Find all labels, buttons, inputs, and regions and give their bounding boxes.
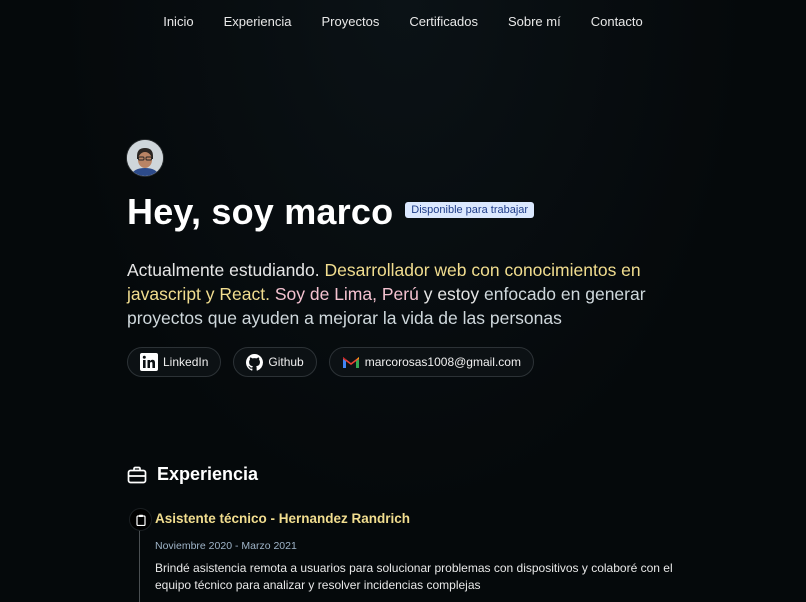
top-nav: Inicio Experiencia Proyectos Certificado… xyxy=(0,0,806,42)
hero-desc-part-4: Perú xyxy=(381,284,419,304)
gmail-icon xyxy=(342,357,359,368)
nav-inicio[interactable]: Inicio xyxy=(163,14,193,29)
experience-title: Experiencia xyxy=(157,464,259,484)
hero-title-row: Hey, soy marco Disponible para trabajar xyxy=(127,190,535,234)
timeline-marker xyxy=(129,508,152,531)
avatar-portrait xyxy=(127,140,163,176)
nav-contacto[interactable]: Contacto xyxy=(591,14,643,29)
hero-title: Hey, soy marco xyxy=(127,191,394,232)
hero-desc-part-1: Actualmente estudiando. xyxy=(127,260,320,280)
nav-sobre-mi[interactable]: Sobre mí xyxy=(508,14,561,29)
hero-desc-part-5: y estoy xyxy=(423,284,480,304)
hero-description: Actualmente estudiando. Desarrollador we… xyxy=(127,258,647,330)
timeline-line xyxy=(139,528,140,602)
availability-badge: Disponible para trabajar xyxy=(405,202,535,218)
clipboard-icon xyxy=(135,514,146,526)
page: Inicio Experiencia Proyectos Certificado… xyxy=(0,0,806,602)
job-date: Noviembre 2020 - Marzo 2021 xyxy=(155,540,297,552)
nav-certificados[interactable]: Certificados xyxy=(409,14,478,29)
avatar xyxy=(127,140,163,176)
nav-proyectos[interactable]: Proyectos xyxy=(322,14,380,29)
github-label: Github xyxy=(268,355,304,369)
nav-experiencia[interactable]: Experiencia xyxy=(224,14,292,29)
linkedin-label: LinkedIn xyxy=(163,355,209,369)
experience-header: Experiencia xyxy=(127,464,258,485)
job-description: Brindé asistencia remota a usuarios para… xyxy=(155,561,673,592)
github-button[interactable]: Github xyxy=(233,347,317,377)
social-links: LinkedIn Github marcorosas1008@gmail.com xyxy=(127,347,534,377)
linkedin-button[interactable]: LinkedIn xyxy=(127,347,222,377)
hero-desc-part-3: Soy de Lima, xyxy=(274,284,377,304)
github-icon xyxy=(246,353,264,371)
job-title: Asistente técnico - Hernandez Randrich xyxy=(155,511,411,526)
linkedin-icon xyxy=(140,353,158,371)
email-label: marcorosas1008@gmail.com xyxy=(364,355,521,369)
email-button[interactable]: marcorosas1008@gmail.com xyxy=(328,347,534,377)
briefcase-icon xyxy=(127,466,147,483)
